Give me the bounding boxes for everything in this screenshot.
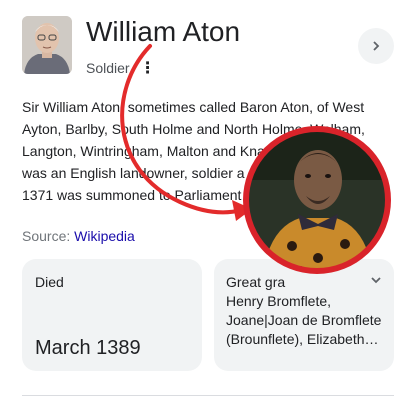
fact-card-value: March 1389 bbox=[35, 337, 141, 359]
expand-button[interactable] bbox=[358, 28, 394, 64]
entity-title: William Aton bbox=[86, 16, 241, 47]
fact-card-died[interactable]: Died March 1389 bbox=[22, 259, 202, 371]
chevron-right-icon bbox=[373, 41, 380, 51]
description-line: 1371 was summoned to Parliament bbox=[22, 187, 242, 203]
entity-description: Sir William Aton, sometimes called Baron… bbox=[22, 96, 382, 206]
source-row: Source: Wikipedia bbox=[22, 228, 135, 244]
source-label: Source: bbox=[22, 228, 71, 244]
entity-subtitle-row: Soldier ⋮ bbox=[86, 58, 156, 78]
divider bbox=[22, 395, 394, 396]
fact-card-label: Great gra bbox=[226, 274, 286, 290]
source-link[interactable]: Wikipedia bbox=[74, 228, 135, 244]
entity-subtitle: Soldier bbox=[86, 60, 130, 76]
person-photo[interactable] bbox=[22, 16, 72, 74]
fact-card-relatives[interactable]: Great gra Henry Bromflete, Joane|Joan de… bbox=[214, 259, 394, 371]
description-line: Langton, Wintringham, Malton and Knapton… bbox=[22, 143, 296, 159]
fact-card-label: Died bbox=[35, 274, 64, 290]
relative-name: (Brounflete), Elizabeth… bbox=[226, 331, 379, 347]
relative-name: Joane|Joan de Bromflete bbox=[226, 312, 382, 328]
description-line: was an English landowner, soldier a bbox=[22, 165, 245, 181]
relative-name: Henry Bromflete, bbox=[226, 293, 332, 309]
description-line: Ayton, Barlby, South Holme and North Hol… bbox=[22, 121, 365, 137]
description-line: Sir William Aton, sometimes called Baron… bbox=[22, 99, 365, 115]
fact-card-list: Henry Bromflete, Joane|Joan de Bromflete… bbox=[226, 292, 386, 349]
more-vertical-icon[interactable]: ⋮ bbox=[140, 58, 156, 78]
chevron-down-icon[interactable] bbox=[370, 273, 382, 291]
